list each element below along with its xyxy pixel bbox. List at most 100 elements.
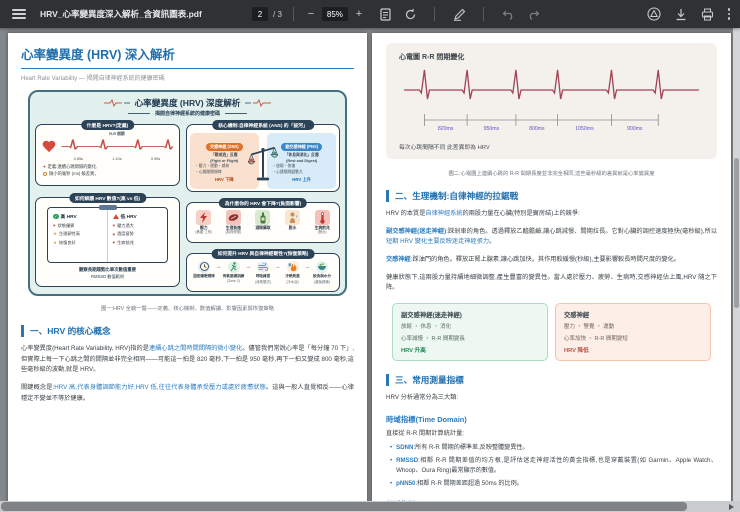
page-number-input[interactable]: 2 <box>252 7 268 21</box>
document-canvas: 心率變異度 (HRV) 深入解析 Heart Rate Variability … <box>0 28 740 501</box>
horizontal-scrollbar[interactable] <box>0 501 740 512</box>
high-item: 恢復良好 <box>58 239 76 245</box>
section1-paragraph: 心率變異度(Heart Rate Variability, HRV)指的是連續心… <box>21 344 354 376</box>
text-run: :踩油門的角色。釋放正腎上腺素,讓心跳加快。其作用較緩慢(秒級),主要影響較長時… <box>410 255 680 263</box>
divider <box>225 113 247 114</box>
interval-value: 1.10s <box>112 157 122 161</box>
metric-bullet: SDNN:所有 R-R 間期的標準差,反映整體變異性。 <box>386 443 717 453</box>
ecg-trace <box>404 69 699 100</box>
improve-step: 飲食與水分 (避免精緻) <box>310 260 334 284</box>
zoom-level[interactable]: 85% <box>321 7 348 21</box>
decline-tile: 生病前兆 (發炎) <box>309 210 336 235</box>
heart-icon <box>42 141 55 153</box>
dehydration-icon <box>285 210 301 225</box>
improve-step: 有氧基礎訓練 (Zone 2) <box>222 260 246 283</box>
metric-term: SDNN <box>396 443 414 451</box>
balance-scale-icon <box>248 146 278 181</box>
cold-heat-icon <box>286 260 299 273</box>
metric-term: pNN50 <box>396 479 416 487</box>
pns-line: ・心跳間隔變動大 <box>272 169 303 174</box>
download-icon[interactable] <box>674 7 688 21</box>
sns-result: HRV 下降 <box>214 176 234 182</box>
vertical-scrollbar-thumb[interactable] <box>734 158 739 308</box>
figure-title: 心電圖 R-R 間期變化 <box>399 54 465 61</box>
metric-term: RMSSD <box>396 456 419 464</box>
check-icon: ✓ <box>53 213 59 220</box>
page-view-icon[interactable] <box>378 7 392 21</box>
term-parasympathetic: 副交感神經(迷走神經) <box>386 227 447 235</box>
parasympathetic-box: 副交感神經(迷走神經) 放鬆 ・ 休息 ・ 消化 心率減慢 ・ R-R 間期變長… <box>392 302 548 362</box>
section3-heading: 三、常用測量指標 <box>386 374 717 387</box>
save-to-drive-icon[interactable] <box>646 7 661 21</box>
clipboard: ✓ 高 HRV ♥ 狀態優異 ★ 生理韌性高 ★ 恢復良好 低 HRV ♥ 壓力過大 ♥ 過… <box>47 205 168 263</box>
box-title: 副交感神經(迷走神經) <box>401 311 462 319</box>
box-line: 心率減慢 ・ R-R 間期變長 <box>401 335 465 342</box>
low-item: 生病前兆 <box>117 239 134 245</box>
right-arrow-icon <box>729 503 734 510</box>
section2-paragraph: 健康狀態下,這兩股力量持續地細微調整,產生豐富的變異性。當人處於壓力、疲勞、生病… <box>386 273 717 292</box>
section1-heading: 一、HRV 的核心概念 <box>21 325 354 337</box>
panel-hrv-improve: 如何提升 HRV 與自律神經韌性?(恢復策略) 固定睡眠規律 → 有氧基礎訓練 … <box>186 248 340 292</box>
decline-tile: 生理負擔 (肌肉修復) <box>220 210 247 235</box>
improve-step: 固定睡眠規律 <box>192 260 216 279</box>
decline-tile: 脫水 <box>279 210 306 235</box>
page-title: 心率變異度 (HRV) 深入解析 <box>21 48 175 62</box>
alcohol-bottle-icon <box>255 210 271 225</box>
title-rule <box>21 68 354 69</box>
more-menu-icon[interactable] <box>727 8 730 20</box>
text-run: 心率變異度(Heart Rate Variability, HRV)指的是 <box>21 345 149 352</box>
panel-interpret-hrv: 如何解讀 HRV 數值?(高 vs 低) ✓ 高 HRV ♥ 狀態優異 ★ 生理韌性高… <box>35 193 180 287</box>
box-line: 放鬆 ・ 休息 ・ 消化 <box>401 324 452 331</box>
food-bowl-icon <box>316 260 328 273</box>
highlighted-text: HRV 高,代表身體調節能力好;HRV 低,往往代表身體承受壓力或處於疲憊狀態 <box>54 383 266 391</box>
stress-icon <box>196 210 212 225</box>
section1-paragraph: 關鍵概念是:HRV 高,代表身體調節能力好;HRV 低,往往代表身體承受壓力或處… <box>21 383 354 404</box>
pns-badge: 副交感神經 (PNS) <box>281 143 323 151</box>
interval-axis: 820ms 950ms 800ms 1050ms 900ms <box>399 113 704 137</box>
figure-note: 每次心跳間隔不同 此差異即為 HRV <box>399 145 490 151</box>
interpret-note: 觀察長期趨勢比單次數值重要 <box>78 267 137 272</box>
pns-result: HRV 上升 <box>292 176 312 182</box>
text-run: 關鍵概念是: <box>21 383 55 391</box>
print-icon[interactable] <box>701 7 715 21</box>
breath-wind-icon <box>257 260 269 273</box>
menu-icon[interactable] <box>12 9 26 19</box>
undo-icon[interactable] <box>501 7 515 21</box>
text-run: 的兩股力量在心臟(特別是竇房結)上的競爭: <box>462 210 580 217</box>
box-line: 心率加快 ・ R-R 間期變短 <box>564 335 628 342</box>
stopwatch-icon <box>43 171 47 176</box>
zoom-out-button[interactable]: − <box>305 8 317 20</box>
page-subtitle: Heart Rate Variability — 揭開自律神經系統的健康密碼 <box>21 76 165 82</box>
high-hrv-title: 高 HRV <box>60 215 77 220</box>
runner-icon <box>227 260 240 273</box>
high-item: 狀態優異 <box>57 222 75 228</box>
highlighted-text: 自律神經系統 <box>425 210 463 217</box>
define-line: 定義:連續心跳間隔的變化, <box>47 164 98 169</box>
vertical-scrollbar[interactable] <box>733 28 740 501</box>
sleep-clock-icon <box>198 260 210 273</box>
define-line: 微小的毫秒 (ms) 級差異。 <box>49 170 99 176</box>
annotate-pen-icon[interactable] <box>452 7 466 21</box>
low-item: 壓力過大 <box>117 222 134 228</box>
panel-header: 如何解讀 HRV 數值?(高 vs 低) <box>68 193 147 203</box>
rotate-icon[interactable] <box>403 7 417 21</box>
zoom-in-button[interactable]: + <box>353 8 365 20</box>
metric-text: :相鄰 R-R 間期差距超過 50ms 的比例。 <box>415 479 523 487</box>
section2-paragraph: HRV 的本質是自律神經系統的兩股力量在心臟(特別是竇房結)上的競爭: <box>386 209 717 220</box>
trophy-icon: ★ <box>53 231 57 237</box>
panel-header: 為什麼你的 HRV 會下降?(負面影響) <box>218 198 308 208</box>
axis-ticks <box>424 114 659 126</box>
decline-tile: 壓力 (焦慮·工作) <box>190 210 217 235</box>
horizontal-scrollbar-thumb[interactable] <box>1 502 687 511</box>
redo-icon[interactable] <box>526 7 540 21</box>
text-run: 。 <box>489 238 496 246</box>
box-result: HRV 升高 <box>401 348 426 355</box>
improve-step: 呼吸練習 (深長慢式) <box>251 260 275 284</box>
interval-label: 950ms <box>483 126 500 132</box>
metric-text: :相鄰 R-R 間期差值的均方根,是評估迷走神經活性的黃金指標,也是穿戴裝置(如… <box>396 456 717 474</box>
interval-value: 0.85s <box>73 157 83 161</box>
infographic-title: 心率變異度 (HRV) 深度解析 <box>134 98 241 108</box>
sympathetic-box: 交感神經 壓力 ・ 警覺 ・ 運動 心率加快 ・ R-R 間期變短 HRV 降低 <box>555 302 711 362</box>
section3-intro: HRV 分析通常分為三大類: <box>386 394 459 402</box>
scroll-right-button[interactable] <box>725 501 738 512</box>
